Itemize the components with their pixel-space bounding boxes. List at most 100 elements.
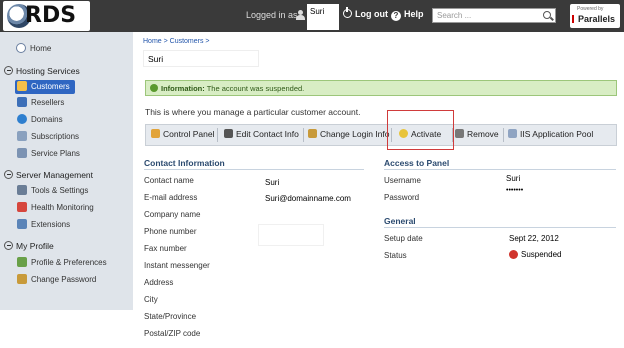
- breadcrumb[interactable]: Home > Customers >: [143, 38, 210, 45]
- sidebar-section-label: Hosting Services: [16, 66, 80, 76]
- email-label: E-mail address: [144, 193, 198, 202]
- sidebar-item-home[interactable]: Home: [16, 43, 51, 57]
- edit-icon: [224, 129, 233, 138]
- logout-link[interactable]: Log out: [343, 7, 388, 19]
- remove-button[interactable]: Remove: [455, 129, 499, 139]
- sidebar-section-my-profile[interactable]: My Profile: [4, 241, 54, 251]
- sidebar-section-hosting-services[interactable]: Hosting Services: [4, 66, 80, 76]
- fax-number-label: Fax number: [144, 244, 187, 253]
- password-value: •••••••: [506, 187, 524, 194]
- sidebar-item-label: Home: [30, 44, 52, 53]
- blank-panel: [366, 264, 558, 297]
- collapse-icon: [4, 241, 13, 250]
- profile-icon: [17, 257, 27, 267]
- change-login-info-button[interactable]: Change Login Info: [308, 129, 389, 139]
- customers-icon: [17, 81, 27, 91]
- button-label: Control Panel: [163, 129, 215, 139]
- section-divider: [144, 169, 364, 170]
- logo-text: RDS: [25, 3, 77, 28]
- contact-name-label: Contact name: [144, 176, 194, 185]
- logged-in-username[interactable]: Suri: [307, 4, 339, 30]
- sidebar-section-label: My Profile: [16, 241, 54, 251]
- city-label: City: [144, 295, 158, 304]
- contact-name-value: Suri: [265, 178, 280, 187]
- username-value: Suri: [506, 174, 521, 183]
- parallels-bars-icon: [572, 15, 575, 23]
- control-panel-icon: [151, 129, 160, 138]
- username-label: Username: [384, 176, 421, 185]
- iis-application-pool-button[interactable]: IIS Application Pool: [508, 129, 593, 139]
- parallels-brand-text: Parallels: [578, 14, 616, 24]
- access-panel-heading: Access to Panel: [384, 158, 450, 168]
- sidebar-item-resellers[interactable]: Resellers: [17, 97, 64, 111]
- help-label: Help: [404, 9, 424, 19]
- collapse-icon: [4, 66, 13, 75]
- sidebar-item-profile-preferences[interactable]: Profile & Preferences: [17, 257, 107, 271]
- suspended-status-icon: [509, 250, 518, 259]
- manage-description: This is where you manage a particular cu…: [145, 107, 361, 117]
- subscriptions-icon: [17, 131, 27, 141]
- status-label: Status: [384, 251, 407, 260]
- info-message: Information: The account was suspended.: [145, 80, 617, 96]
- resellers-icon: [17, 97, 27, 107]
- sidebar-section-label: Server Management: [16, 170, 94, 180]
- user-icon: [296, 10, 305, 20]
- control-panel-button[interactable]: Control Panel: [151, 129, 215, 139]
- button-label: Change Login Info: [320, 129, 390, 139]
- sidebar-item-domains[interactable]: Domains: [17, 114, 63, 128]
- key-icon: [308, 129, 317, 138]
- logged-in-label: Logged in as: [246, 10, 298, 20]
- parallels-logo: Powered by Parallels: [570, 4, 620, 28]
- power-icon: [343, 7, 352, 18]
- toolbar-divider: [503, 128, 504, 142]
- sidebar-item-label: Change Password: [31, 275, 97, 284]
- page-footer-area: [0, 310, 133, 348]
- top-header: RDS Logged in as Suri Log out ? Help Sear…: [0, 0, 624, 32]
- sidebar-item-label: Subscriptions: [31, 132, 80, 141]
- phone-number-label: Phone number: [144, 227, 197, 236]
- sidebar-item-extensions[interactable]: Extensions: [17, 219, 70, 233]
- sidebar-item-health-monitoring[interactable]: Health Monitoring: [17, 202, 94, 216]
- help-icon: ?: [391, 11, 401, 21]
- search-input[interactable]: Search ...: [432, 8, 556, 23]
- sidebar-item-label: Resellers: [31, 98, 65, 107]
- action-toolbar: Control Panel Edit Contact Info Change L…: [145, 124, 617, 146]
- toolbar-divider: [217, 128, 218, 142]
- edit-contact-info-button[interactable]: Edit Contact Info: [224, 129, 299, 139]
- logout-label: Log out: [355, 9, 388, 19]
- sidebar-item-change-password[interactable]: Change Password: [17, 274, 96, 288]
- key-icon: [17, 274, 27, 284]
- sidebar-section-server-management[interactable]: Server Management: [4, 170, 93, 180]
- page-title: Suri: [143, 50, 259, 67]
- toolbar-divider: [303, 128, 304, 142]
- email-value: Suri@domainname.com: [265, 194, 351, 203]
- postal-code-label: Postal/ZIP code: [144, 329, 201, 338]
- button-label: Remove: [467, 129, 499, 139]
- info-icon: [150, 84, 158, 92]
- sidebar-item-label: Profile & Preferences: [31, 258, 107, 267]
- section-divider: [384, 169, 616, 170]
- phone-value-box: [258, 224, 324, 246]
- sidebar-item-label: Customers: [31, 82, 70, 91]
- info-text: The account was suspended.: [206, 84, 305, 93]
- sidebar-item-customers[interactable]: Customers: [15, 80, 75, 94]
- help-link[interactable]: ? Help: [391, 9, 424, 21]
- password-label: Password: [384, 193, 420, 202]
- trash-icon: [455, 129, 464, 138]
- rds-logo[interactable]: RDS: [3, 1, 90, 31]
- sidebar-item-service-plans[interactable]: Service Plans: [17, 148, 80, 162]
- sidebar: Home Hosting Services Customers Reseller…: [0, 32, 133, 310]
- status-value: Suspended: [509, 250, 561, 259]
- button-label: Edit Contact Info: [236, 129, 299, 139]
- powered-by-text: Powered by: [577, 6, 604, 12]
- tools-icon: [17, 185, 27, 195]
- sidebar-item-tools-settings[interactable]: Tools & Settings: [17, 185, 88, 199]
- home-icon: [16, 43, 26, 53]
- extensions-icon: [17, 219, 27, 229]
- sidebar-item-label: Health Monitoring: [31, 203, 94, 212]
- activate-highlight-box: [387, 110, 454, 150]
- sidebar-item-subscriptions[interactable]: Subscriptions: [17, 131, 79, 145]
- collapse-icon: [4, 170, 13, 179]
- sidebar-item-label: Extensions: [31, 220, 71, 229]
- search-icon[interactable]: [543, 11, 551, 19]
